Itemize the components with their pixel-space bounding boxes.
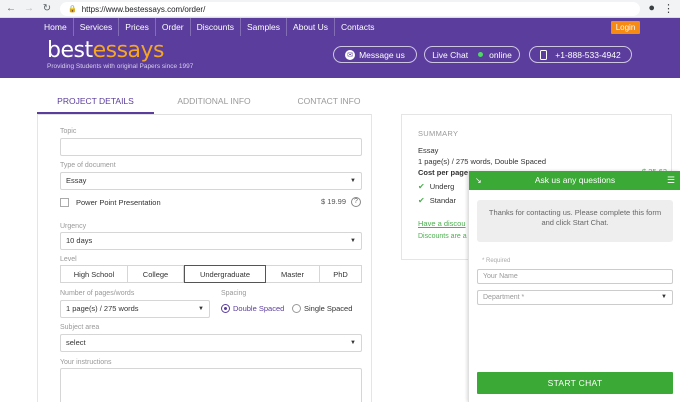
nav-order[interactable]: Order [156, 18, 191, 36]
logo[interactable]: bestessays [47, 39, 165, 63]
nav-contacts[interactable]: Contacts [335, 18, 381, 36]
nav-about[interactable]: About Us [287, 18, 336, 36]
spacing-double-label: Double Spaced [233, 304, 285, 313]
more-menu-icon[interactable]: ⋮ [663, 2, 674, 15]
doctype-select[interactable]: Essay ▼ [60, 172, 362, 190]
phone-icon [540, 49, 548, 60]
chat-message: Thanks for contacting us. Please complet… [477, 200, 673, 242]
spacing-single-radio[interactable] [292, 304, 301, 313]
ppt-price: $ 19.99 [321, 197, 347, 206]
check-icon: ✔ [418, 196, 425, 205]
nav-home[interactable]: Home [40, 18, 74, 36]
pages-select[interactable]: 1 page(s) / 275 words ▼ [60, 300, 210, 318]
order-tabs: PROJECT DETAILS ADDITIONAL INFO CONTACT … [37, 91, 372, 114]
online-status-icon [478, 52, 484, 57]
login-button[interactable]: Login [611, 21, 640, 34]
doctype-label: Type of document [60, 162, 116, 169]
level-master[interactable]: Master [266, 265, 320, 283]
topic-label: Topic [60, 128, 77, 135]
chevron-down-icon: ▼ [350, 340, 356, 346]
ppt-checkbox[interactable] [60, 198, 69, 207]
summary-pages: 1 page(s) / 275 words, Double Spaced [418, 157, 546, 166]
urgency-select[interactable]: 10 days ▼ [60, 232, 362, 250]
reload-icon[interactable]: ↻ [40, 2, 54, 16]
menu-icon[interactable]: ☰ [667, 171, 675, 190]
chevron-down-icon: ▼ [350, 238, 356, 244]
nav-samples[interactable]: Samples [241, 18, 288, 36]
url-text: https://www.bestessays.com/order/ [81, 4, 206, 14]
summary-option-1: ✔ Underg [418, 182, 455, 191]
level-high-school[interactable]: High School [60, 265, 128, 283]
start-chat-button[interactable]: START CHAT [477, 372, 673, 394]
tab-contact-info[interactable]: CONTACT INFO [274, 91, 384, 114]
ppt-label: Power Point Presentation [76, 198, 161, 207]
address-bar[interactable]: 🔒 https://www.bestessays.com/order/ [60, 2, 640, 16]
site-header: bestessays Providing Students with origi… [0, 36, 680, 78]
chevron-down-icon: ▼ [350, 178, 356, 184]
top-navigation: Home Services Prices Order Discounts Sam… [0, 18, 680, 36]
level-selector: High School College Undergraduate Master… [60, 265, 362, 283]
spacing-label: Spacing [221, 290, 247, 297]
tab-project-details[interactable]: PROJECT DETAILS [37, 91, 154, 114]
nav-discounts[interactable]: Discounts [191, 18, 241, 36]
urgency-label: Urgency [60, 223, 87, 230]
level-undergraduate[interactable]: Undergraduate [184, 265, 266, 283]
forward-icon[interactable]: → [22, 2, 36, 16]
help-icon[interactable]: ? [351, 197, 361, 207]
level-college[interactable]: College [128, 265, 184, 283]
check-icon: ✔ [418, 182, 425, 191]
topic-input[interactable] [60, 138, 362, 156]
live-chat-button[interactable]: Live Chat online [424, 46, 520, 63]
chat-header[interactable]: ↘ Ask us any questions ☰ [469, 171, 680, 190]
phone-button[interactable]: +1-888-533-4942 [529, 46, 632, 63]
profile-icon[interactable]: ● [648, 2, 655, 15]
summary-doc: Essay [418, 146, 439, 155]
subject-select[interactable]: select ▼ [60, 334, 362, 352]
summary-title: SUMMARY [418, 129, 459, 138]
instructions-textarea[interactable] [60, 368, 362, 402]
browser-toolbar: ← → ↻ 🔒 https://www.bestessays.com/order… [0, 0, 680, 18]
spacing-double-radio[interactable] [221, 304, 230, 313]
required-note: * Required [482, 258, 511, 264]
back-icon[interactable]: ← [4, 2, 18, 16]
chat-widget: ↘ Ask us any questions ☰ Thanks for cont… [468, 171, 680, 402]
messenger-icon: ✉ [345, 49, 356, 60]
level-label: Level [60, 256, 77, 263]
instructions-label: Your instructions [60, 359, 112, 366]
minimize-icon[interactable]: ↘ [475, 171, 482, 190]
tagline: Providing Students with original Papers … [47, 63, 194, 70]
chevron-down-icon: ▼ [661, 294, 667, 300]
summary-option-2: ✔ Standar [418, 196, 456, 205]
nav-services[interactable]: Services [74, 18, 120, 36]
lock-icon: 🔒 [68, 6, 77, 13]
spacing-single-label: Single Spaced [304, 304, 353, 313]
project-details-form: Topic Type of document Essay ▼ Power Poi… [37, 114, 372, 402]
nav-prices[interactable]: Prices [119, 18, 156, 36]
subject-label: Subject area [60, 324, 100, 331]
message-us-button[interactable]: ✉ Message us [333, 46, 417, 63]
discount-note: Discounts are a [418, 233, 467, 240]
chevron-down-icon: ▼ [198, 306, 204, 312]
tab-additional-info[interactable]: ADDITIONAL INFO [154, 91, 274, 114]
summary-cost-label: Cost per page [418, 168, 469, 177]
chat-department-select[interactable]: Department * ▼ [477, 290, 673, 305]
discount-link[interactable]: Have a discou [418, 219, 466, 228]
chat-name-input[interactable]: Your Name [477, 269, 673, 284]
level-phd[interactable]: PhD [320, 265, 362, 283]
pages-label: Number of pages/words [60, 290, 135, 297]
